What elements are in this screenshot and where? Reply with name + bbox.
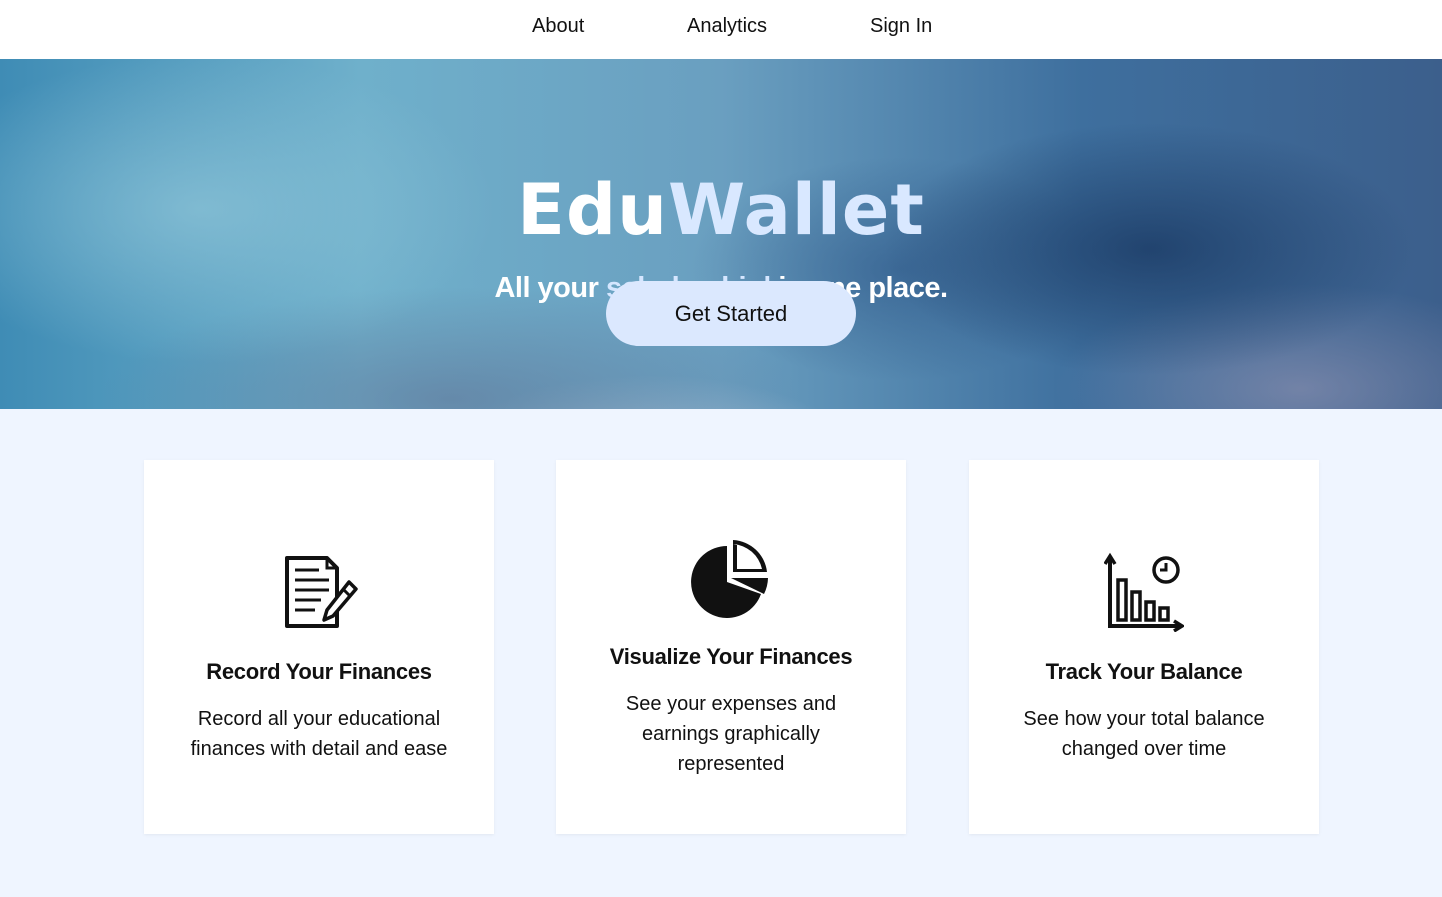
top-navbar: About Analytics Sign In (0, 0, 1442, 59)
features-section: Record Your Finances Record all your edu… (0, 409, 1442, 897)
app-title: EduWallet (0, 175, 1442, 245)
app-title-part-edu: Edu (517, 169, 668, 251)
feature-description: Record all your educational finances wit… (190, 708, 448, 760)
feature-title: Record Your Finances (206, 659, 432, 684)
feature-card-record: Record Your Finances Record all your edu… (144, 460, 494, 834)
feature-description: See your expenses and earnings graphical… (625, 693, 837, 775)
feature-description: See how your total balance changed over … (1023, 708, 1265, 760)
app-title-part-wallet: Wallet (667, 169, 925, 251)
nav-link-about[interactable]: About (532, 15, 584, 38)
pie-chart-icon (691, 538, 771, 623)
hero-banner: EduWallet All your scholarship| in one p… (0, 59, 1442, 409)
feature-card-visualize: Visualize Your Finances See your expense… (556, 460, 906, 834)
tagline-prefix: All your (494, 272, 606, 304)
feature-title: Track Your Balance (1045, 659, 1243, 684)
feature-title: Visualize Your Finances (609, 644, 853, 669)
nav-link-sign-in[interactable]: Sign In (870, 15, 932, 38)
document-pencil-icon (279, 552, 359, 637)
bar-chart-clock-icon (1103, 552, 1186, 637)
feature-card-track: Track Your Balance See how your total ba… (969, 460, 1319, 834)
nav-link-analytics[interactable]: Analytics (687, 15, 767, 38)
get-started-button[interactable]: Get Started (606, 281, 856, 346)
